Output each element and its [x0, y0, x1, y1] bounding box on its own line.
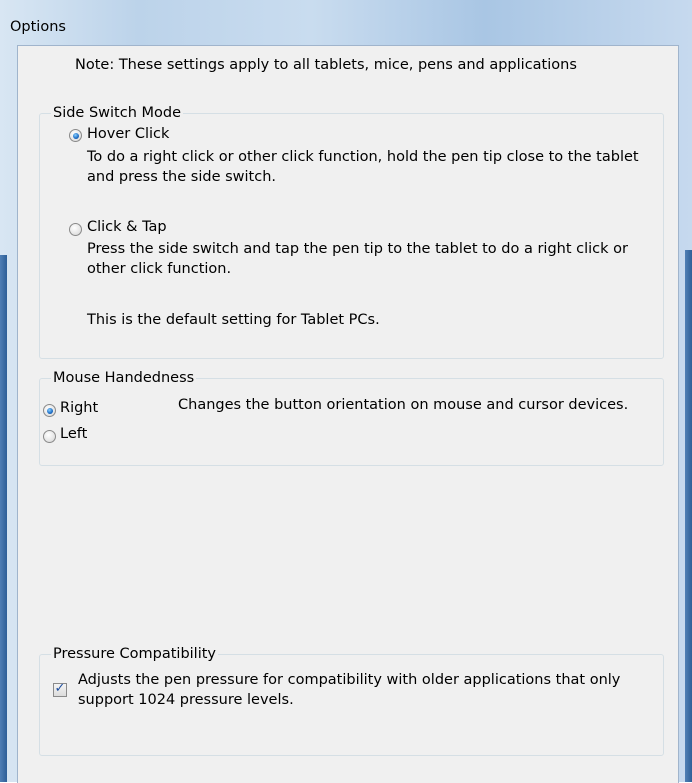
left-hand-radio[interactable]	[43, 430, 56, 443]
window-title: Options	[10, 19, 66, 35]
window-frame-left	[0, 255, 7, 782]
hover-click-description: To do a right click or other click funct…	[87, 149, 639, 185]
handedness-description: Changes the button orientation on mouse …	[178, 397, 629, 413]
right-hand-radio[interactable]	[43, 404, 56, 417]
tablet-pc-default-note: This is the default setting for Tablet P…	[87, 312, 380, 328]
checkmark-icon: ✓	[54, 681, 66, 696]
window-frame-right	[685, 250, 692, 782]
hover-click-radio[interactable]	[69, 129, 82, 142]
click-and-tap-radio[interactable]	[69, 223, 82, 236]
pressure-compatibility-checkbox[interactable]: ✓	[53, 681, 67, 697]
side-switch-mode-label: Side Switch Mode	[51, 104, 184, 122]
options-window: Options Note: These settings apply to al…	[0, 0, 692, 783]
left-hand-label[interactable]: Left	[60, 426, 87, 442]
options-panel: Note: These settings apply to all tablet…	[17, 45, 679, 783]
click-and-tap-label[interactable]: Click & Tap	[87, 219, 167, 235]
right-hand-label[interactable]: Right	[60, 400, 98, 416]
mouse-handedness-group: Mouse Handedness Right Left Changes the …	[39, 369, 664, 466]
pressure-compatibility-description: Adjusts the pen pressure for compatibili…	[78, 672, 621, 708]
pressure-compatibility-label: Pressure Compatibility	[51, 645, 219, 663]
hover-click-label[interactable]: Hover Click	[87, 126, 169, 142]
pressure-compatibility-group: Pressure Compatibility ✓ Adjusts the pen…	[39, 645, 664, 756]
settings-note: Note: These settings apply to all tablet…	[75, 57, 577, 73]
mouse-handedness-label: Mouse Handedness	[51, 369, 197, 387]
click-and-tap-description: Press the side switch and tap the pen ti…	[87, 241, 628, 277]
side-switch-mode-group: Side Switch Mode Hover Click To do a rig…	[39, 104, 664, 359]
